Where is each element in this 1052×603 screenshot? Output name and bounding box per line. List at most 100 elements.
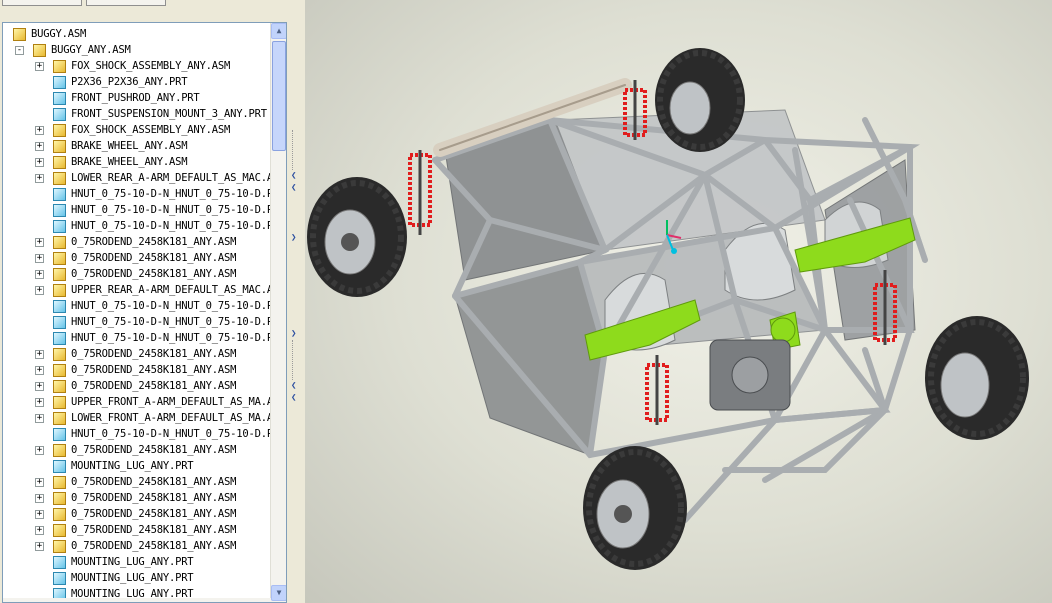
collapse-left-icon[interactable]: ❮ xyxy=(291,172,296,181)
assembly-icon xyxy=(53,124,66,137)
assembly-icon xyxy=(53,156,66,169)
expand-toggle-icon[interactable]: + xyxy=(35,62,44,71)
expand-toggle-icon[interactable]: + xyxy=(35,174,44,183)
tree-item-label: 0_75RODEND_2458K181_ANY.ASM xyxy=(71,476,237,488)
tree-tab-right[interactable] xyxy=(86,0,166,6)
tree-item[interactable]: FRONT_SUSPENSION_MOUNT_3_ANY.PRT xyxy=(3,107,271,123)
tree-item[interactable]: + UPPER_FRONT_A-ARM_DEFAULT_AS_MA.AS xyxy=(3,395,279,411)
assembly-icon xyxy=(53,508,66,521)
tree-vertical-scrollbar[interactable]: ▲ ▼ xyxy=(270,23,286,602)
buggy-chassis-3d-model[interactable] xyxy=(305,0,1052,603)
tree-item[interactable]: HNUT_0_75-10-D-N_HNUT_0_75-10-D.PF xyxy=(3,331,279,347)
expand-toggle-icon[interactable]: + xyxy=(35,254,44,263)
tree-item-label: UPPER_REAR_A-ARM_DEFAULT_AS_MAC.AS xyxy=(71,284,280,296)
tree-scroll-thumb[interactable] xyxy=(272,41,286,151)
assembly-icon xyxy=(13,28,26,41)
scroll-down-icon[interactable]: ▼ xyxy=(271,585,286,601)
tree-item[interactable]: +0_75RODEND_2458K181_ANY.ASM xyxy=(3,475,271,491)
expand-toggle-icon[interactable]: + xyxy=(35,382,44,391)
tree-item[interactable]: FRONT_PUSHROD_ANY.PRT xyxy=(3,91,271,107)
tree-item[interactable]: + BRAKE_WHEEL_ANY.ASM xyxy=(3,155,271,171)
expand-right-icon[interactable]: ❯ xyxy=(291,330,296,339)
tree-item[interactable]: +0_75RODEND_2458K181_ANY.ASM xyxy=(3,491,271,507)
tree-item[interactable]: HNUT_0_75-10-D-N_HNUT_0_75-10-D.PF xyxy=(3,203,279,219)
tree-item[interactable]: +0_75RODEND_2458K181_ANY.ASM xyxy=(3,523,271,539)
tree-item[interactable]: HNUT_0_75-10-D-N_HNUT_0_75-10-D.PF xyxy=(3,219,279,235)
tree-item[interactable]: + FOX_SHOCK_ASSEMBLY_ANY.ASM xyxy=(3,123,271,139)
part-icon xyxy=(53,220,66,233)
tree-item[interactable]: +0_75RODEND_2458K181_ANY.ASM xyxy=(3,443,271,459)
tree-item-label: 0_75RODEND_2458K181_ANY.ASM xyxy=(71,380,237,392)
tree-item[interactable]: + LOWER_REAR_A-ARM_DEFAULT_AS_MAC.AS xyxy=(3,171,279,187)
model-tree-panel: BUGGY.ASM - BUGGY_ANY.ASM + FOX_SHOCK_ASSEMB… xyxy=(0,0,288,603)
expand-toggle-icon[interactable]: + xyxy=(35,414,44,423)
expand-toggle-icon[interactable]: + xyxy=(35,526,44,535)
tree-horizontal-scrollbar[interactable] xyxy=(3,598,271,602)
tree-item-label: 0_75RODEND_2458K181_ANY.ASM xyxy=(71,252,237,264)
tree-item[interactable]: +0_75RODEND_2458K181_ANY.ASM xyxy=(3,379,271,395)
assembly-icon xyxy=(33,44,46,57)
graphics-viewport[interactable] xyxy=(305,0,1052,603)
expand-toggle-icon[interactable]: + xyxy=(35,494,44,503)
expand-toggle-icon[interactable]: + xyxy=(35,510,44,519)
collapse-left-icon[interactable]: ❮ xyxy=(291,184,296,193)
tree-item[interactable]: + BRAKE_WHEEL_ANY.ASM xyxy=(3,139,271,155)
part-icon xyxy=(53,556,66,569)
expand-toggle-icon[interactable]: + xyxy=(35,446,44,455)
tree-item[interactable]: P2X36_P2X36_ANY.PRT xyxy=(3,75,271,91)
tree-item[interactable]: +0_75RODEND_2458K181_ANY.ASM xyxy=(3,251,271,267)
tree-tab-left[interactable] xyxy=(2,0,82,6)
assembly-icon xyxy=(53,252,66,265)
assembly-icon xyxy=(53,348,66,361)
tree-tab-strip xyxy=(0,0,288,8)
assembly-icon xyxy=(53,364,66,377)
wheel-rear-right xyxy=(655,48,745,152)
expand-right-icon[interactable]: ❯ xyxy=(291,234,296,243)
tree-item[interactable]: +0_75RODEND_2458K181_ANY.ASM xyxy=(3,267,271,283)
tree-item[interactable]: - BUGGY_ANY.ASM xyxy=(3,43,271,59)
expand-toggle-icon[interactable]: + xyxy=(35,478,44,487)
tree-item[interactable]: + LOWER_FRONT_A-ARM_DEFAULT_AS_MA.AS xyxy=(3,411,279,427)
tree-item[interactable]: HNUT_0_75-10-D-N_HNUT_0_75-10-D.PF xyxy=(3,427,279,443)
tree-item-label: HNUT_0_75-10-D-N_HNUT_0_75-10-D.PF xyxy=(71,188,280,200)
expand-toggle-icon[interactable]: + xyxy=(35,126,44,135)
splitter-grip-bottom[interactable] xyxy=(292,340,301,380)
tree-item[interactable]: MOUNTING_LUG_ANY.PRT xyxy=(3,459,271,475)
part-icon xyxy=(53,92,66,105)
assembly-icon xyxy=(53,540,66,553)
tree-item[interactable]: BUGGY.ASM xyxy=(3,27,271,43)
expand-toggle-icon[interactable]: + xyxy=(35,238,44,247)
expand-toggle-icon[interactable]: + xyxy=(35,270,44,279)
expand-toggle-icon[interactable]: + xyxy=(35,286,44,295)
tree-item-label: UPPER_FRONT_A-ARM_DEFAULT_AS_MA.AS xyxy=(71,396,280,408)
expand-toggle-icon[interactable]: + xyxy=(35,366,44,375)
expand-toggle-icon[interactable]: + xyxy=(35,398,44,407)
collapse-toggle-icon[interactable]: - xyxy=(15,46,24,55)
tree-item-label: 0_75RODEND_2458K181_ANY.ASM xyxy=(71,508,237,520)
tree-item[interactable]: + FOX_SHOCK_ASSEMBLY_ANY.ASM xyxy=(3,59,271,75)
panel-splitter[interactable]: ❮ ❮ ❯ ❯ ❮ ❮ xyxy=(288,0,305,603)
tree-item[interactable]: MOUNTING_LUG_ANY.PRT xyxy=(3,571,271,587)
tree-item[interactable]: + UPPER_REAR_A-ARM_DEFAULT_AS_MAC.AS xyxy=(3,283,279,299)
expand-toggle-icon[interactable]: + xyxy=(35,350,44,359)
expand-toggle-icon[interactable]: + xyxy=(35,142,44,151)
tree-item[interactable]: HNUT_0_75-10-D-N_HNUT_0_75-10-D.PF xyxy=(3,187,279,203)
collapse-left-icon[interactable]: ❮ xyxy=(291,394,296,403)
tree-item[interactable]: +0_75RODEND_2458K181_ANY.ASM xyxy=(3,507,271,523)
tree-item[interactable]: +0_75RODEND_2458K181_ANY.ASM xyxy=(3,539,271,555)
tree-item[interactable]: HNUT_0_75-10-D-N_HNUT_0_75-10-D.PF xyxy=(3,299,279,315)
tree-item[interactable]: +0_75RODEND_2458K181_ANY.ASM xyxy=(3,235,271,251)
engine xyxy=(709,339,791,411)
tree-item[interactable]: MOUNTING_LUG_ANY.PRT xyxy=(3,555,271,571)
tree-item[interactable]: +0_75RODEND_2458K181_ANY.ASM xyxy=(3,363,271,379)
splitter-grip-top[interactable] xyxy=(292,130,301,170)
tree-item-label: 0_75RODEND_2458K181_ANY.ASM xyxy=(71,236,237,248)
tree-item[interactable]: +0_75RODEND_2458K181_ANY.ASM xyxy=(3,347,271,363)
scroll-up-icon[interactable]: ▲ xyxy=(271,23,286,39)
model-tree-rows: BUGGY.ASM - BUGGY_ANY.ASM + FOX_SHOCK_ASSEMB… xyxy=(3,27,279,602)
assembly-icon xyxy=(53,396,66,409)
collapse-left-icon[interactable]: ❮ xyxy=(291,382,296,391)
expand-toggle-icon[interactable]: + xyxy=(35,542,44,551)
tree-item[interactable]: HNUT_0_75-10-D-N_HNUT_0_75-10-D.PF xyxy=(3,315,279,331)
expand-toggle-icon[interactable]: + xyxy=(35,158,44,167)
